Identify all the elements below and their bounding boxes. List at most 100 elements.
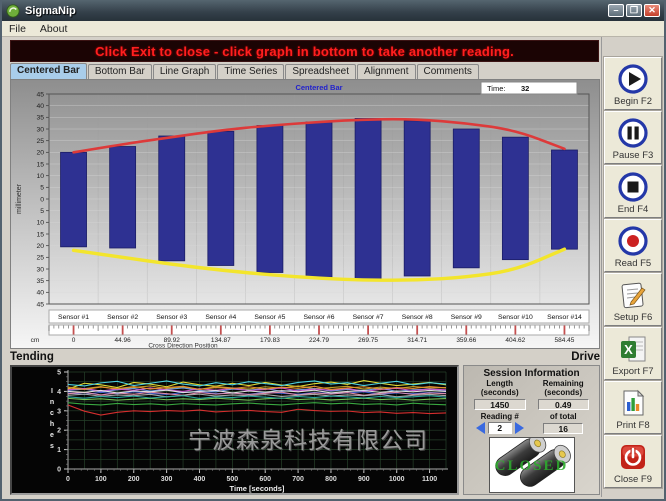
read-f5-button[interactable]: Read F5 xyxy=(604,219,662,272)
length-value: 1450 xyxy=(474,399,526,410)
svg-text:4: 4 xyxy=(57,389,61,396)
svg-text:584.45: 584.45 xyxy=(555,337,575,344)
title-bar: SigmaNip – ❐ ✕ xyxy=(2,0,664,21)
svg-text:Sensor #6: Sensor #6 xyxy=(304,314,335,321)
next-reading-arrow-icon[interactable] xyxy=(515,422,524,434)
bottom-section: 0123450100200300400500600700800900100011… xyxy=(10,365,600,495)
svg-text:Time [seconds]: Time [seconds] xyxy=(230,484,285,493)
menu-bar: File About xyxy=(2,21,664,37)
svg-text:I: I xyxy=(51,388,53,395)
minimize-button[interactable]: – xyxy=(608,4,624,17)
side-labels-row: Tending Drive xyxy=(10,350,600,364)
total-readings-value: 16 xyxy=(543,423,583,434)
centered-bar-chart-svg: 45403530252015105051015202530354045Cente… xyxy=(11,80,599,348)
tab-comments[interactable]: Comments xyxy=(417,64,479,79)
svg-text:0: 0 xyxy=(72,337,76,344)
trending-graph[interactable]: 0123450100200300400500600700800900100011… xyxy=(10,365,459,495)
svg-text:millimeter: millimeter xyxy=(16,183,23,214)
tab-bottom-bar[interactable]: Bottom Bar xyxy=(88,64,152,79)
svg-text:359.66: 359.66 xyxy=(456,337,476,344)
tab-line-graph[interactable]: Line Graph xyxy=(153,64,216,79)
svg-text:X: X xyxy=(624,342,633,357)
print-f8-button[interactable]: Print F8 xyxy=(604,381,662,434)
tab-alignment[interactable]: Alignment xyxy=(357,64,415,79)
svg-text:c: c xyxy=(50,410,54,417)
svg-text:0: 0 xyxy=(57,467,61,474)
svg-text:Sensor #5: Sensor #5 xyxy=(254,314,285,321)
svg-text:10: 10 xyxy=(36,220,44,227)
restore-button[interactable]: ❐ xyxy=(626,4,642,17)
remaining-label: Remaining (seconds) xyxy=(532,380,596,397)
svg-text:s: s xyxy=(50,443,54,450)
svg-text:179.83: 179.83 xyxy=(260,337,280,344)
svg-text:15: 15 xyxy=(36,161,44,168)
svg-text:2: 2 xyxy=(57,428,61,435)
trending-graph-svg: 0123450100200300400500600700800900100011… xyxy=(12,367,457,493)
tab-time-series[interactable]: Time Series xyxy=(217,64,284,79)
svg-text:Sensor #10: Sensor #10 xyxy=(498,314,533,321)
svg-text:1: 1 xyxy=(57,447,61,454)
svg-text:Cross Direction Position: Cross Direction Position xyxy=(148,343,218,349)
svg-text:32: 32 xyxy=(521,84,529,93)
svg-text:e: e xyxy=(50,432,54,439)
svg-text:404.62: 404.62 xyxy=(505,337,525,344)
svg-text:40: 40 xyxy=(36,103,44,110)
close-button[interactable]: ✕ xyxy=(644,4,660,17)
pause-f3-button[interactable]: Pause F3 xyxy=(604,111,662,164)
svg-text:Centered Bar: Centered Bar xyxy=(295,83,342,92)
svg-text:45: 45 xyxy=(36,301,44,308)
marquee-banner: Click Exit to close - click graph in bot… xyxy=(10,40,599,62)
menu-file[interactable]: File xyxy=(2,23,33,35)
length-label: Length (seconds) xyxy=(468,380,532,397)
power-icon xyxy=(618,439,648,475)
svg-text:cm: cm xyxy=(31,337,40,344)
export-f7-button[interactable]: XExport F7 xyxy=(604,327,662,380)
export-icon: X xyxy=(618,331,648,367)
svg-text:45: 45 xyxy=(36,91,44,98)
tab-centered-bar[interactable]: Centered Bar xyxy=(10,63,87,79)
svg-text:35: 35 xyxy=(36,115,44,122)
svg-text:0: 0 xyxy=(40,196,44,203)
svg-text:Sensor #4: Sensor #4 xyxy=(205,314,236,321)
svg-text:400: 400 xyxy=(194,476,206,483)
svg-text:15: 15 xyxy=(36,231,44,238)
svg-text:200: 200 xyxy=(128,476,140,483)
reading-number-label: Reading # xyxy=(468,412,532,421)
end-f4-button[interactable]: End F4 xyxy=(604,165,662,218)
banner-text: Click Exit to close - click graph in bot… xyxy=(95,44,514,59)
svg-text:5: 5 xyxy=(40,185,44,192)
svg-text:20: 20 xyxy=(36,150,44,157)
svg-text:Time:: Time: xyxy=(487,84,505,93)
nip-status-image: CLOSED xyxy=(489,437,575,493)
record-icon xyxy=(618,223,648,259)
svg-text:25: 25 xyxy=(36,255,44,262)
session-info-panel: Session Information Length (seconds) Rem… xyxy=(463,365,600,495)
print-icon xyxy=(618,385,648,421)
svg-text:100: 100 xyxy=(95,476,107,483)
svg-text:20: 20 xyxy=(36,243,44,250)
tending-label: Tending xyxy=(10,351,54,363)
svg-text:269.75: 269.75 xyxy=(358,337,378,344)
svg-text:700: 700 xyxy=(292,476,304,483)
menu-about[interactable]: About xyxy=(33,23,74,35)
begin-f2-button[interactable]: Begin F2 xyxy=(604,57,662,110)
svg-text:314.71: 314.71 xyxy=(407,337,427,344)
svg-text:224.79: 224.79 xyxy=(309,337,329,344)
svg-text:1100: 1100 xyxy=(422,476,437,483)
svg-text:600: 600 xyxy=(259,476,271,483)
close-f9-button[interactable]: Close F9 xyxy=(604,435,662,488)
window-title: SigmaNip xyxy=(25,5,606,17)
setup-f6-button[interactable]: Setup F6 xyxy=(604,273,662,326)
svg-text:30: 30 xyxy=(36,266,44,273)
svg-text:30: 30 xyxy=(36,126,44,133)
svg-text:Sensor #7: Sensor #7 xyxy=(353,314,384,321)
svg-text:Sensor #2: Sensor #2 xyxy=(107,314,138,321)
svg-text:900: 900 xyxy=(358,476,370,483)
of-total-label: of total xyxy=(532,412,596,421)
action-button-sidebar: Begin F2Pause F3End F4Read F5Setup F6XEx… xyxy=(601,37,664,497)
svg-text:800: 800 xyxy=(325,476,337,483)
tab-spreadsheet[interactable]: Spreadsheet xyxy=(285,64,356,79)
previous-reading-arrow-icon[interactable] xyxy=(476,422,485,434)
reading-number-value: 2 xyxy=(488,422,512,434)
play-icon xyxy=(618,61,648,97)
